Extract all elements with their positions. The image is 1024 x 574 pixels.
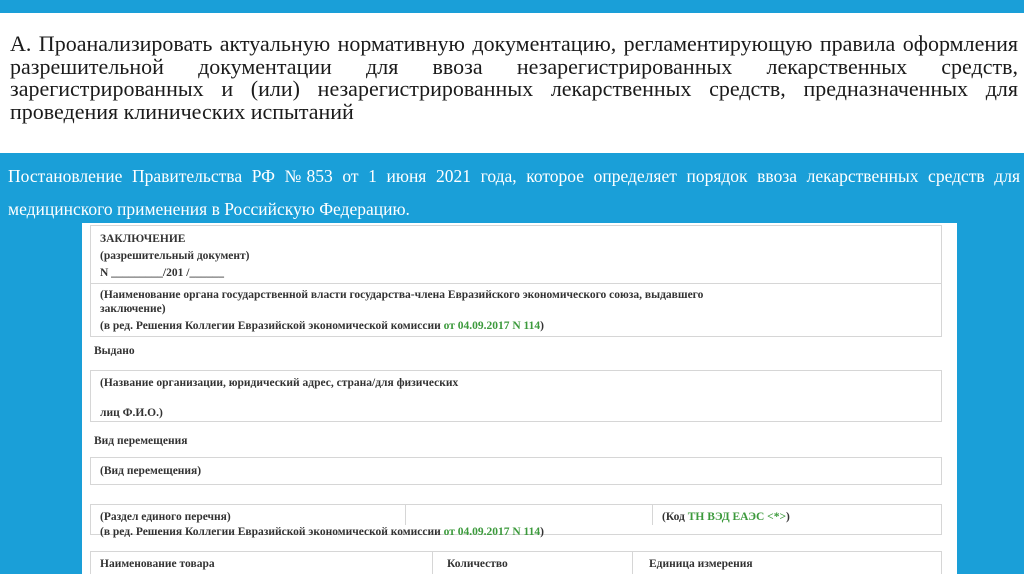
- goods-header-quantity: Количество: [447, 558, 508, 570]
- movement-label: Вид перемещения: [94, 435, 188, 447]
- goods-table: [90, 551, 942, 574]
- org-note-line-1: (Название организации, юридический адрес…: [100, 377, 459, 389]
- code-note-suffix: ): [786, 511, 790, 523]
- section-divider-2: [652, 505, 653, 525]
- edition-note: (в ред. Решения Коллегии Евразийской эко…: [100, 320, 544, 332]
- edition-link-2[interactable]: от 04.09.2017 N 114: [444, 526, 541, 538]
- section-note: (Раздел единого перечня): [100, 511, 231, 523]
- slide-subtitle: Постановление Правительства РФ №853 от 1…: [8, 166, 1020, 219]
- edition-note-2: (в ред. Решения Коллегии Евразийской эко…: [100, 526, 544, 538]
- document-image: ЗАКЛЮЧЕНИЕ (разрешительный документ) N _…: [82, 223, 957, 574]
- goods-header-name: Наименование товара: [100, 558, 215, 570]
- org-note-line-2: лиц Ф.И.О.): [100, 407, 163, 419]
- issuer-note-line-1: (Наименование органа государственной вла…: [100, 289, 704, 301]
- goods-header-unit: Единица измерения: [649, 558, 753, 570]
- code-note: (Код ТН ВЭД ЕАЭС <*>): [662, 511, 790, 523]
- movement-note: (Вид перемещения): [100, 465, 202, 477]
- movement-block: [90, 457, 942, 485]
- edition-link[interactable]: от 04.09.2017 N 114: [444, 320, 541, 332]
- header-divider: [91, 283, 941, 284]
- doc-number-line: N _________/201 /______: [100, 267, 224, 279]
- goods-col-divider-1: [432, 552, 433, 574]
- top-accent-bar: [0, 0, 1024, 13]
- section-divider-1: [405, 505, 406, 525]
- issued-to-label: Выдано: [94, 345, 135, 357]
- edition-note-prefix: (в ред. Решения Коллегии Евразийской эко…: [100, 320, 444, 332]
- edition-note-2-prefix: (в ред. Решения Коллегии Евразийской эко…: [100, 526, 444, 538]
- issuer-note-line-2: заключение): [100, 303, 166, 315]
- goods-col-divider-2: [632, 552, 633, 574]
- code-note-prefix: (Код: [662, 511, 688, 523]
- edition-note-2-suffix: ): [540, 526, 544, 538]
- doc-type: (разрешительный документ): [100, 250, 250, 262]
- doc-heading: ЗАКЛЮЧЕНИЕ: [100, 233, 186, 245]
- code-link[interactable]: ТН ВЭД ЕАЭС <*>: [688, 511, 786, 523]
- edition-note-suffix: ): [540, 320, 544, 332]
- slide-title: А. Проанализировать актуальную нормативн…: [10, 31, 1018, 124]
